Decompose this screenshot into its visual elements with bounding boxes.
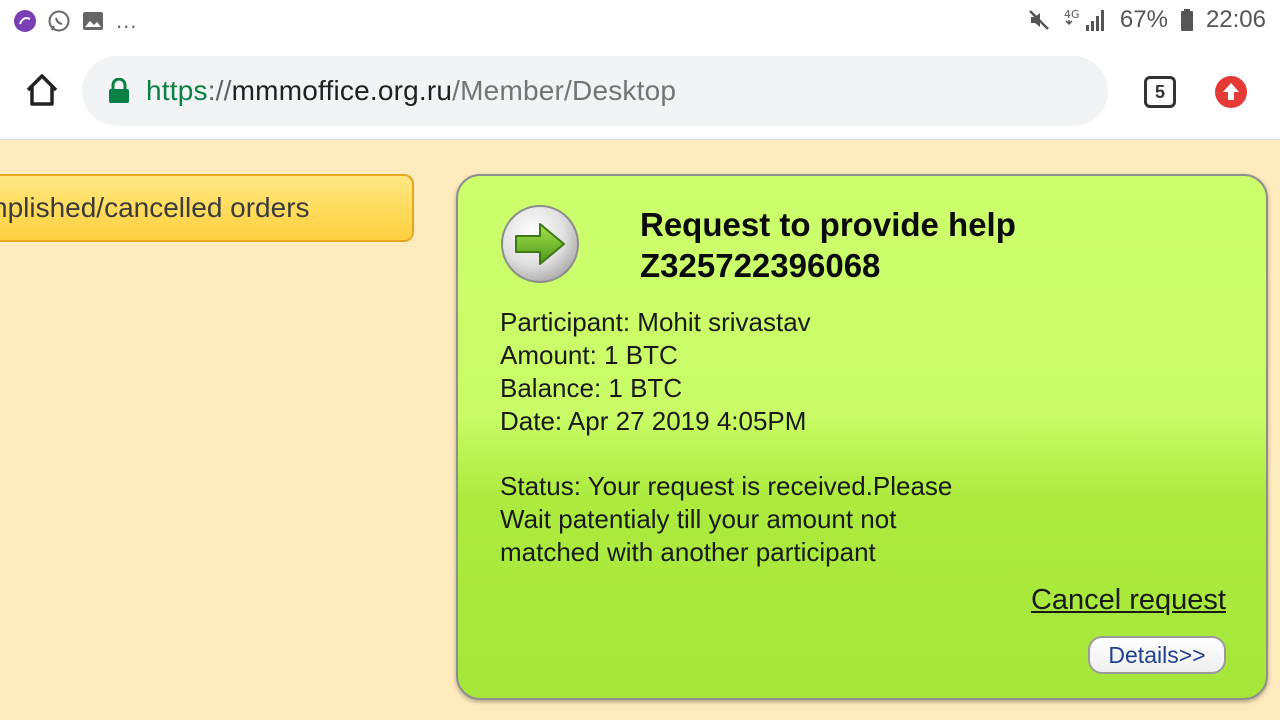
url-host: mmmoffice.org.ru [231,75,453,106]
participant-text: Participant: Mohit srivastav [500,307,811,337]
status-bar: ... 4G 67% 22:06 [0,0,1280,42]
url-text: https://mmmoffice.org.ru/Member/Desktop [146,75,676,107]
url-separator: :// [207,75,232,106]
request-status: Status: Your request is received.Please … [500,470,1060,569]
status-line: Status: Your request is received.Please [500,471,953,501]
balance-text: Balance: 1 BTC [500,373,683,403]
tab-count: 5 [1154,81,1165,102]
status-line: matched with another participant [500,537,876,567]
browser-toolbar: https://mmmoffice.org.ru/Member/Desktop … [0,42,1280,140]
battery-icon [1180,7,1194,33]
network-type-label: 4G [1064,8,1080,21]
lock-icon [109,78,129,103]
whatsapp-icon [46,8,72,34]
request-details: Participant: Mohit srivastav Amount: 1 B… [500,306,811,438]
completed-cancelled-orders-tab[interactable]: nplished/cancelled orders [0,174,414,242]
cancel-request-link[interactable]: Cancel request [1031,584,1226,617]
app-icon [12,8,38,34]
url-scheme: https [146,75,208,106]
address-bar[interactable]: https://mmmoffice.org.ru/Member/Desktop [82,56,1108,126]
system-icons: 4G 67% 22:06 [1026,6,1266,34]
tabs-icon[interactable]: 5 [1144,76,1176,108]
battery-percent: 67% [1119,6,1168,33]
update-icon[interactable] [1214,75,1248,109]
help-request-card: Request to provide help Z325722396068 Pa… [456,174,1268,700]
date-text: Date: Apr 27 2019 4:05PM [500,406,807,436]
clock: 22:06 [1205,6,1266,33]
url-path: /Member/Desktop [452,75,677,106]
mute-icon [1026,7,1052,33]
signal-icon: 4G [1064,7,1108,33]
details-button-label: Details>> [1108,641,1206,668]
request-title-line: Request to provide help [640,206,1016,243]
amount-text: Amount: 1 BTC [500,340,678,370]
home-icon[interactable] [22,70,62,110]
notification-overflow: ... [116,8,138,33]
details-button[interactable]: Details>> [1088,636,1226,674]
arrow-right-icon [500,204,580,284]
gallery-icon [80,8,106,34]
request-title: Request to provide help Z325722396068 [640,204,1016,286]
notification-icons: ... [12,8,137,34]
status-line: Wait patentialy till your amount not [500,504,897,534]
request-id: Z325722396068 [640,247,881,284]
orders-tab-label: nplished/cancelled orders [0,192,310,223]
